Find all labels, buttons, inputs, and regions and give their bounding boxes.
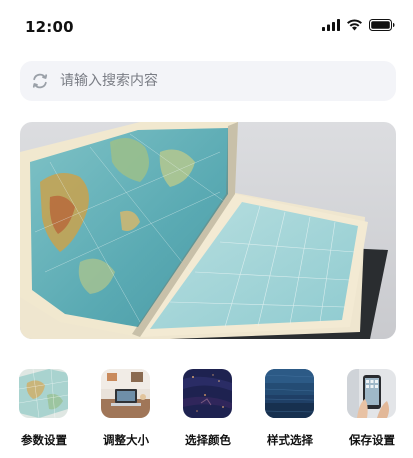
menu-label: 参数设置 <box>21 433 67 447</box>
menu-label: 样式选择 <box>267 433 313 447</box>
atlas-photo <box>20 122 396 339</box>
search-icon <box>32 73 48 89</box>
status-icons <box>322 19 395 31</box>
menu-item-color[interactable]: 选择颜色 <box>167 368 249 458</box>
signal-icon <box>322 19 340 31</box>
blue-fabric-thumbnail <box>265 369 314 418</box>
menu-item-parameters[interactable]: 参数设置 <box>3 368 85 458</box>
menu-item-resize[interactable]: 调整大小 <box>85 368 167 458</box>
map-thumbnail <box>19 369 68 418</box>
wifi-icon <box>347 19 362 31</box>
menu-label: 选择颜色 <box>185 433 231 447</box>
status-time: 12:00 <box>25 18 74 36</box>
dark-texture-thumbnail <box>183 369 232 418</box>
menu-label: 保存设置 <box>349 433 395 447</box>
status-bar: 12:00 <box>0 0 413 52</box>
search-input[interactable] <box>60 61 380 101</box>
bottom-menu: 参数设置 调整大小 选择颜色 样式选择 保存设置 <box>0 368 413 458</box>
menu-item-style[interactable]: 样式选择 <box>249 368 331 458</box>
hero-image[interactable] <box>20 122 396 339</box>
phone-in-hand-thumbnail <box>347 369 396 418</box>
battery-icon <box>369 19 395 31</box>
menu-label: 调整大小 <box>103 433 149 447</box>
menu-item-save[interactable]: 保存设置 <box>331 368 413 458</box>
desk-laptop-thumbnail <box>101 369 150 418</box>
search-bar[interactable] <box>20 61 396 101</box>
